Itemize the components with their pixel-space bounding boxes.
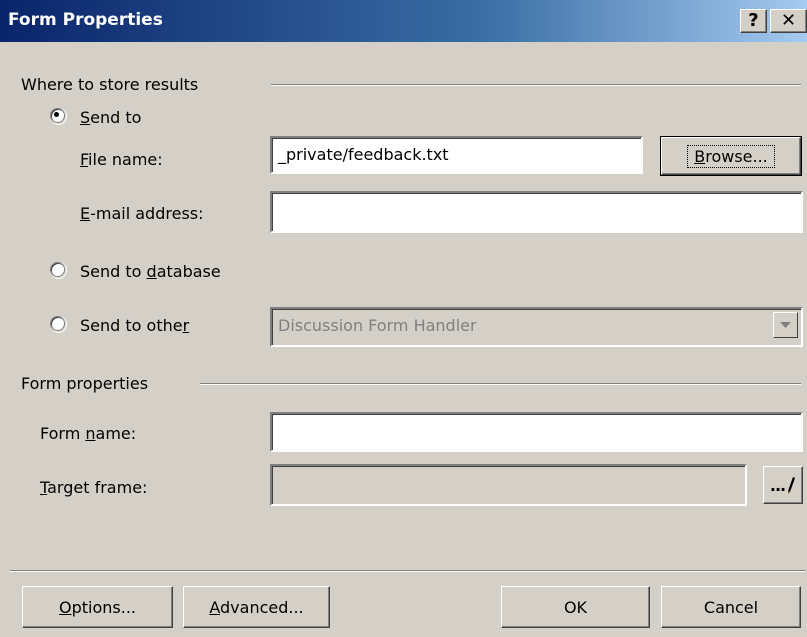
send-to-radio[interactable] [50, 108, 67, 125]
cancel-button[interactable]: Cancel [661, 586, 801, 628]
accel-key: n [85, 424, 96, 443]
help-button[interactable]: ? [740, 9, 767, 33]
email-input[interactable] [270, 191, 803, 233]
button-text: OK [563, 597, 588, 617]
button-text: rowse... [705, 146, 768, 166]
label-text: -mail address: [90, 204, 204, 223]
accel-key: O [59, 597, 72, 617]
radio-frame [50, 262, 67, 279]
file-name-input[interactable]: _private/feedback.txt [270, 136, 643, 174]
button-text: dvanced... [220, 597, 304, 617]
radio-selected-dot [54, 112, 59, 117]
button-text: ptions... [71, 597, 136, 617]
form-name-label: Form name: [40, 424, 136, 443]
form-name-input[interactable] [270, 412, 803, 452]
group-label-store-results: Where to store results [21, 75, 199, 94]
browse-button[interactable]: Browse... [660, 136, 802, 176]
close-icon: ✕ [780, 10, 797, 31]
ellipsis-text: ... [769, 475, 786, 495]
label-text: ame: [95, 424, 137, 443]
send-to-label[interactable]: Send to [80, 108, 141, 127]
file-name-label: File name: [80, 150, 163, 169]
target-frame-label: Target frame: [40, 478, 147, 497]
label-text: Form [40, 424, 86, 443]
radio-frame [50, 108, 67, 125]
target-frame-button[interactable]: ... [763, 466, 803, 504]
target-frame-input[interactable] [270, 464, 747, 506]
label-text: Send to othe [80, 316, 183, 335]
accel-key: B [694, 146, 706, 166]
dropdown-button[interactable] [773, 312, 798, 338]
radio-frame [50, 316, 67, 333]
label-text: end to [90, 108, 142, 127]
send-to-database-label[interactable]: Send to database [80, 262, 221, 281]
chevron-down-icon [780, 321, 791, 328]
options-button[interactable]: Options... [22, 586, 173, 628]
title-bar[interactable]: Form Properties ? ✕ [0, 0, 807, 42]
form-handler-select[interactable]: Discussion Form Handler [270, 307, 803, 347]
accel-key: d [146, 262, 157, 281]
send-to-other-radio[interactable] [50, 316, 67, 333]
accel-key: F [80, 150, 89, 169]
focus-indicator: Browse... [687, 144, 775, 168]
accel-key: E [80, 204, 91, 223]
window-title: Form Properties [8, 10, 163, 30]
label-text: atabase [156, 262, 221, 281]
radio-circle [50, 262, 65, 277]
label-text: ile name: [88, 150, 163, 169]
email-label: E-mail address: [80, 204, 204, 223]
help-icon: ? [748, 10, 759, 31]
accel-key: r [182, 316, 190, 335]
footer-divider [10, 570, 805, 572]
label-text: Send to [80, 262, 147, 281]
group-divider-form-properties [200, 383, 801, 385]
group-label-form-properties: Form properties [21, 374, 149, 393]
send-to-database-radio[interactable] [50, 262, 67, 279]
radio-circle [50, 316, 65, 331]
accel-key: S [80, 108, 91, 127]
pencil-icon [788, 477, 796, 494]
accel-key: A [209, 597, 221, 617]
advanced-button[interactable]: Advanced... [183, 586, 330, 628]
close-button[interactable]: ✕ [770, 9, 807, 33]
ok-button[interactable]: OK [501, 586, 650, 628]
select-value: Discussion Form Handler [278, 316, 477, 335]
send-to-other-label[interactable]: Send to other [80, 316, 189, 335]
group-divider-store-results [271, 84, 801, 86]
button-text: Cancel [703, 597, 759, 617]
label-text: arget frame: [47, 478, 148, 497]
